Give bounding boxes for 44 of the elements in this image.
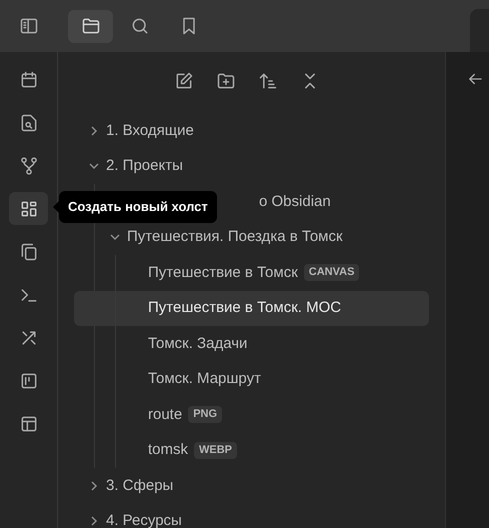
- item-label: Томск. Задачи: [148, 334, 248, 354]
- item-label: Путешествие в Томск. MOC: [148, 298, 342, 318]
- item-label: tomsk: [148, 440, 188, 460]
- folder-item[interactable]: 4. Ресурсы: [74, 504, 429, 528]
- file-item[interactable]: tomsk WEBP: [74, 432, 429, 468]
- file-item[interactable]: Путешествие в Томск. MOC: [74, 290, 429, 326]
- item-label: route: [148, 404, 182, 424]
- folder-icon: [80, 16, 100, 36]
- file-type-tag: CANVAS: [304, 264, 360, 282]
- sidebar-icon: [19, 16, 39, 36]
- ribbon-button[interactable]: [9, 192, 48, 225]
- board-icon: [18, 370, 38, 390]
- folder-plus-icon: [216, 71, 236, 91]
- folder-item[interactable]: 2. Проекты: [74, 148, 429, 184]
- new-folder-button[interactable]: [216, 71, 236, 91]
- folder-item[interactable]: 1. Входящие: [74, 113, 429, 148]
- item-label: Томск. Маршрут: [148, 369, 261, 389]
- copy-icon: [18, 242, 38, 262]
- layout-icon: [18, 414, 38, 434]
- item-label: 3. Сферы: [106, 476, 174, 496]
- calendar-icon: [18, 70, 38, 90]
- sort-button[interactable]: [258, 71, 278, 91]
- file-type-tag: WEBP: [194, 442, 238, 459]
- folder-item[interactable]: 3. Сферы: [74, 468, 429, 504]
- search-icon: [130, 16, 150, 36]
- file-item[interactable]: Путешествие в Томск CANVAS: [74, 255, 429, 290]
- file-item[interactable]: Томск. Задачи: [74, 326, 429, 362]
- file-item[interactable]: route PNG: [74, 397, 429, 432]
- item-label: 2. Проекты: [106, 156, 183, 176]
- edit-icon: [174, 71, 194, 91]
- item-label: 4. Ресурсы: [106, 511, 182, 528]
- item-label: о Obsidian: [259, 192, 331, 212]
- file-type-tag: PNG: [188, 406, 222, 424]
- file-item[interactable]: Томск. Маршрут: [74, 362, 429, 397]
- grid-icon: [18, 198, 38, 218]
- item-label: Путешествия. Поездка в Томск: [127, 227, 343, 247]
- sort-icon: [258, 71, 278, 91]
- file-search-icon: [18, 112, 38, 132]
- new-note-button[interactable]: [174, 71, 194, 91]
- item-label: Путешествие в Томск: [148, 262, 298, 282]
- item-label: 1. Входящие: [106, 120, 194, 140]
- graph-icon: [18, 156, 38, 176]
- tooltip: Создать новый холст: [59, 191, 217, 223]
- sidebar-tab[interactable]: [68, 10, 113, 42]
